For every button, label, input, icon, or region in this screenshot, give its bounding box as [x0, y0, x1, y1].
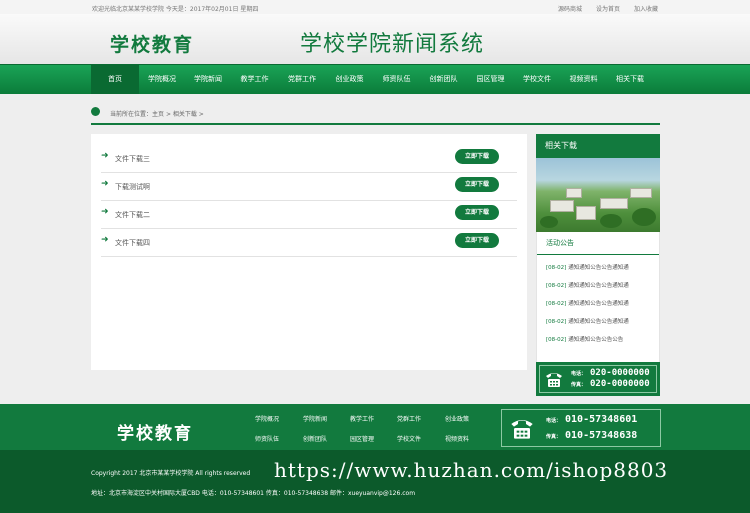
nav-item-news[interactable]: 学院新闻: [185, 65, 231, 94]
nav-item-campus[interactable]: 园区管理: [467, 65, 514, 94]
breadcrumb-current[interactable]: 相关下载: [173, 111, 197, 118]
telephone-icon: [546, 373, 562, 387]
sidebar-title: 相关下载: [536, 134, 660, 158]
nav-item-party[interactable]: 党群工作: [278, 65, 326, 94]
footer-fax: 传真： 010-57348638: [546, 430, 638, 441]
sidebar-fax: 传真： 020-0000000: [571, 379, 650, 389]
notice-title: 活动公告: [537, 232, 659, 255]
copyright-text: Copyright 2017 北京市某某学校学院 All rights rese…: [91, 470, 251, 477]
footer-link-innovation[interactable]: 创新团队: [303, 434, 327, 443]
address-text: 地址：北京市海淀区中关村国际大厦CBD 电话：010-57348601 传真：0…: [91, 490, 416, 497]
nav-item-innovation[interactable]: 创新团队: [420, 65, 467, 94]
download-title[interactable]: 文件下载三: [115, 154, 150, 164]
notice-item[interactable]: [08-02] 通知通知公告公告通知通: [546, 299, 629, 307]
footer-link-documents[interactable]: 学校文件: [397, 434, 421, 443]
download-button[interactable]: 立即下载: [455, 177, 499, 192]
arrow-right-icon: ➜: [101, 207, 109, 217]
breadcrumb-prefix: 当前所在位置：: [110, 111, 153, 118]
footer-link-about[interactable]: 学院概况: [255, 414, 279, 423]
notice-item[interactable]: [08-02] 通知通知公告公告通知通: [546, 263, 629, 271]
notice-item[interactable]: [08-02] 通知通知公告公告通知通: [546, 317, 629, 325]
top-bar: 欢迎光临北京某某学校学院 今天是：2017年02月01日 星期四 源码商城 设为…: [0, 0, 750, 15]
footer-link-campus[interactable]: 园区管理: [350, 434, 374, 443]
list-item: ➜ 文件下载二 立即下载: [101, 202, 517, 229]
nav-item-faculty[interactable]: 师资队伍: [373, 65, 420, 94]
breadcrumb: 当前所在位置：主页 > 相关下载 >: [91, 103, 660, 125]
nav-item-teaching[interactable]: 教学工作: [231, 65, 278, 94]
arrow-right-icon: ➜: [101, 235, 109, 245]
footer-link-policy[interactable]: 创业政策: [445, 414, 469, 423]
footer-phone: 电话： 010-57348601: [546, 414, 638, 425]
breadcrumb-home[interactable]: 主页: [152, 111, 164, 118]
notice-item[interactable]: [08-02] 通知通知公告公告通知通: [546, 281, 629, 289]
sidebar: 相关下载 活动公告 [08-02] 通知通知公告公告通知通 [08-02] 通知通知…: [536, 134, 660, 396]
breadcrumb-separator: >: [164, 111, 173, 118]
notice-item[interactable]: [08-02] 通知通知公告公告公告: [546, 335, 623, 343]
sidebar-phone: 电话： 020-0000000: [571, 368, 650, 378]
nav-item-policy[interactable]: 创业政策: [326, 65, 373, 94]
bullet-icon: [91, 107, 100, 116]
main-nav: 首页 学院概况 学院新闻 教学工作 党群工作 创业政策 师资队伍 创新团队 园区…: [0, 64, 750, 94]
list-item: ➜ 下载测试啊 立即下载: [101, 174, 517, 201]
footer-link-teaching[interactable]: 教学工作: [350, 414, 374, 423]
download-button[interactable]: 立即下载: [455, 205, 499, 220]
nav-item-documents[interactable]: 学校文件: [514, 65, 560, 94]
site-header: 学校教育 学校学院新闻系统: [0, 14, 750, 64]
download-title[interactable]: 文件下载四: [115, 238, 150, 248]
watermark-url: https://www.huzhan.com/ishop8803: [274, 458, 669, 482]
nav-item-downloads[interactable]: 相关下载: [607, 65, 653, 94]
download-title[interactable]: 文件下载二: [115, 210, 150, 220]
list-item: ➜ 文件下载三 立即下载: [101, 146, 517, 173]
footer-link-faculty[interactable]: 师资队伍: [255, 434, 279, 443]
sidebar-contact: 电话： 020-0000000 传真： 020-0000000: [536, 362, 660, 396]
download-button[interactable]: 立即下载: [455, 233, 499, 248]
top-link-favorite[interactable]: 加入收藏: [634, 4, 658, 13]
footer-link-party[interactable]: 党群工作: [397, 414, 421, 423]
download-list: ➜ 文件下载三 立即下载 ➜ 下载测试啊 立即下载 ➜ 文件下载二 立即下载 ➜…: [91, 134, 527, 370]
top-links: 源码商城 设为首页 加入收藏: [558, 4, 658, 13]
list-item: ➜ 文件下载四 立即下载: [101, 230, 517, 257]
nav-item-home[interactable]: 首页: [91, 65, 139, 94]
welcome-text: 欢迎光临北京某某学校学院 今天是：2017年02月01日 星期四: [92, 6, 259, 13]
nav-item-about[interactable]: 学院概况: [139, 65, 185, 94]
top-link-mall[interactable]: 源码商城: [558, 4, 582, 13]
site-title: 学校学院新闻系统: [300, 32, 485, 57]
site-footer: 学校教育 学院概况 学院新闻 教学工作 党群工作 创业政策 师资队伍 创新团队 …: [0, 404, 750, 450]
arrow-right-icon: ➜: [101, 179, 109, 189]
download-button[interactable]: 立即下载: [455, 149, 499, 164]
footer-link-videos[interactable]: 视频资料: [445, 434, 469, 443]
breadcrumb-tail: >: [196, 111, 204, 118]
site-logo[interactable]: 学校教育: [110, 30, 194, 57]
telephone-icon: [511, 420, 533, 439]
copyright-bar: Copyright 2017 北京市某某学校学院 All rights rese…: [0, 450, 750, 513]
download-title[interactable]: 下载测试啊: [115, 182, 150, 192]
top-link-homepage[interactable]: 设为首页: [596, 4, 620, 13]
footer-contact: 电话： 010-57348601 传真： 010-57348638: [501, 409, 661, 447]
footer-logo: 学校教育: [117, 424, 193, 444]
arrow-right-icon: ➜: [101, 151, 109, 161]
nav-item-videos[interactable]: 视频资料: [560, 65, 607, 94]
campus-image: [536, 158, 660, 232]
footer-link-news[interactable]: 学院新闻: [303, 414, 327, 423]
